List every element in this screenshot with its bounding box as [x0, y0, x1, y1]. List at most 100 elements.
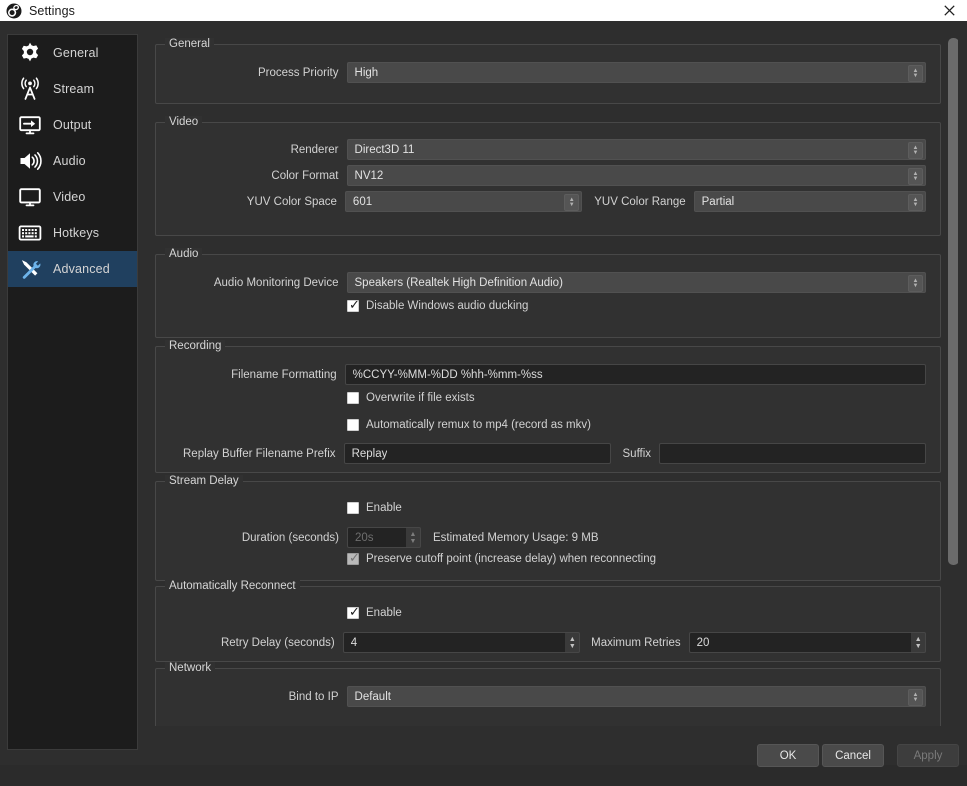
max-retries-stepper[interactable]: ▲ ▼ — [911, 632, 926, 653]
max-retries-label: Maximum Retries — [591, 636, 681, 649]
stream-delay-enable-label: Enable — [366, 502, 402, 514]
overwrite-if-file-exists-label: Overwrite if file exists — [366, 392, 475, 404]
sidebar-item-label: Stream — [53, 82, 95, 96]
stream-delay-enable-checkbox[interactable]: Enable — [347, 502, 402, 514]
apply-button: Apply — [897, 744, 959, 767]
chevron-updown-icon[interactable]: ▲ ▼ — [908, 194, 923, 211]
audio-monitoring-device-label: Audio Monitoring Device — [213, 276, 339, 289]
chevron-updown-icon[interactable]: ▲ ▼ — [908, 168, 923, 185]
retry-delay-stepper[interactable]: ▲ ▼ — [565, 632, 581, 653]
bind-to-ip-value: Default — [354, 690, 391, 703]
sidebar-item-audio[interactable]: Audio — [8, 143, 137, 179]
sidebar-item-label: Video — [53, 190, 86, 204]
sidebar-item-advanced[interactable]: Advanced — [8, 251, 137, 287]
row-yuv: YUV Color Space 601 ▲ ▼ YUV Color Range P… — [156, 191, 926, 212]
replay-prefix-label: Replay Buffer Filename Prefix — [183, 447, 336, 460]
group-title-general: General — [165, 38, 214, 50]
yuv-color-space-dropdown[interactable]: 601 ▲ ▼ — [344, 191, 583, 212]
group-general: General Process Priority High ▲ ▼ — [155, 38, 941, 104]
content-scrollbar-thumb[interactable] — [948, 38, 958, 565]
color-format-dropdown[interactable]: NV12 ▲ ▼ — [346, 165, 926, 186]
sidebar-item-stream[interactable]: Stream — [8, 71, 137, 107]
retry-delay-input[interactable]: 4 — [342, 632, 566, 653]
bind-to-ip-dropdown[interactable]: Default ▲ ▼ — [346, 686, 926, 707]
sidebar-item-label: Advanced — [53, 262, 110, 276]
auto-remux-label: Automatically remux to mp4 (record as mk… — [366, 419, 591, 431]
duration-label: Duration (seconds) — [241, 531, 339, 544]
tools-icon — [17, 256, 43, 282]
checkbox-box: ✓ — [347, 604, 360, 619]
renderer-dropdown[interactable]: Direct3D 11 ▲ ▼ — [346, 139, 926, 160]
yuv-color-range-value: Partial — [701, 195, 735, 208]
estimated-memory-usage-text: Estimated Memory Usage: 9 MB — [433, 531, 599, 544]
row-audio-monitoring-device: Audio Monitoring Device Speakers (Realte… — [156, 272, 926, 293]
sidebar-item-output[interactable]: Output — [8, 107, 137, 143]
yuv-color-space-label: YUV Color Space — [246, 195, 337, 208]
window-title: Settings — [29, 3, 75, 18]
row-process-priority: Process Priority High ▲ ▼ — [156, 62, 926, 83]
duration-stepper[interactable]: ▲ ▼ — [406, 527, 421, 548]
close-icon[interactable] — [931, 0, 967, 21]
group-video: Video Renderer Direct3D 11 ▲ ▼ Color Form… — [155, 116, 941, 236]
broadcast-icon — [17, 76, 43, 102]
sidebar-item-general[interactable]: General — [8, 35, 137, 71]
sidebar-item-label: Hotkeys — [53, 226, 100, 240]
chevron-updown-icon[interactable]: ▲ ▼ — [908, 65, 923, 82]
audio-monitoring-device-dropdown[interactable]: Speakers (Realtek High Definition Audio)… — [346, 272, 926, 293]
group-title-auto-reconnect: Automatically Reconnect — [165, 580, 300, 592]
row-filename-formatting: Filename Formatting %CCYY-%MM-%DD %hh-%m… — [156, 364, 926, 385]
renderer-label: Renderer — [290, 143, 339, 156]
sidebar-item-label: Output — [53, 118, 92, 132]
preserve-cutoff-point-checkbox[interactable]: ✓ Preserve cutoff point (increase delay)… — [347, 551, 656, 565]
bind-to-ip-label: Bind to IP — [288, 690, 339, 703]
chevron-updown-icon[interactable]: ▲ ▼ — [908, 275, 923, 292]
yuv-color-range-dropdown[interactable]: Partial ▲ ▼ — [693, 191, 926, 212]
checkbox-box: ✓ — [347, 297, 360, 312]
chevron-updown-icon[interactable]: ▲ ▼ — [908, 689, 923, 706]
auto-reconnect-enable-label: Enable — [366, 607, 402, 619]
sidebar-item-video[interactable]: Video — [8, 179, 137, 215]
auto-remux-checkbox[interactable]: Automatically remux to mp4 (record as mk… — [347, 419, 591, 431]
duration-input[interactable]: 20s — [347, 527, 406, 548]
chevron-updown-icon[interactable]: ▲ ▼ — [564, 194, 580, 211]
checkbox-box — [347, 419, 359, 431]
process-priority-dropdown[interactable]: High ▲ ▼ — [346, 62, 926, 83]
color-format-label: Color Format — [271, 169, 339, 182]
chevron-updown-icon[interactable]: ▲ ▼ — [908, 142, 923, 159]
audio-monitoring-device-value: Speakers (Realtek High Definition Audio) — [354, 276, 563, 289]
replay-prefix-value: Replay — [351, 447, 388, 460]
color-format-value: NV12 — [354, 169, 384, 182]
max-retries-input[interactable]: 20 — [688, 632, 912, 653]
retry-delay-value: 4 — [350, 636, 358, 649]
checkbox-box — [347, 502, 359, 514]
window-titlebar: Settings — [0, 0, 967, 21]
yuv-color-range-label: YUV Color Range — [594, 195, 686, 208]
sidebar-item-hotkeys[interactable]: Hotkeys — [8, 215, 137, 251]
row-bind-to-ip: Bind to IP Default ▲ ▼ — [156, 686, 926, 707]
retry-delay-label: Retry Delay (seconds) — [220, 636, 335, 649]
output-icon — [17, 112, 43, 138]
gear-icon — [17, 40, 43, 66]
process-priority-label: Process Priority — [257, 66, 339, 79]
sidebar-item-label: General — [53, 46, 99, 60]
filename-formatting-input[interactable]: %CCYY-%MM-%DD %hh-%mm-%ss — [344, 364, 926, 385]
overwrite-if-file-exists-checkbox[interactable]: Overwrite if file exists — [347, 392, 475, 404]
suffix-input[interactable] — [659, 443, 926, 464]
sidebar-item-label: Audio — [53, 154, 86, 168]
settings-content: General Process Priority High ▲ ▼ Video R… — [147, 34, 958, 726]
process-priority-value: High — [354, 66, 379, 79]
row-duration: Duration (seconds) 20s ▲ ▼ Estimated Memo… — [156, 527, 926, 548]
disable-audio-ducking-checkbox[interactable]: ✓ Disable Windows audio ducking — [347, 297, 529, 312]
replay-prefix-input[interactable]: Replay — [343, 443, 611, 464]
suffix-label: Suffix — [622, 447, 652, 460]
filename-formatting-value: %CCYY-%MM-%DD %hh-%mm-%ss — [352, 368, 543, 381]
filename-formatting-label: Filename Formatting — [231, 368, 337, 381]
settings-sidebar: General Stream Output Audio Video Hotkey… — [7, 34, 138, 750]
cancel-button[interactable]: Cancel — [822, 744, 884, 767]
dialog-footer: OK Cancel Apply — [0, 726, 967, 786]
ok-button[interactable]: OK — [757, 744, 819, 767]
settings-window: General Stream Output Audio Video Hotkey… — [0, 21, 967, 767]
disable-audio-ducking-label: Disable Windows audio ducking — [366, 300, 529, 312]
row-color-format: Color Format NV12 ▲ ▼ — [156, 165, 926, 186]
auto-reconnect-enable-checkbox[interactable]: ✓ Enable — [347, 604, 402, 619]
